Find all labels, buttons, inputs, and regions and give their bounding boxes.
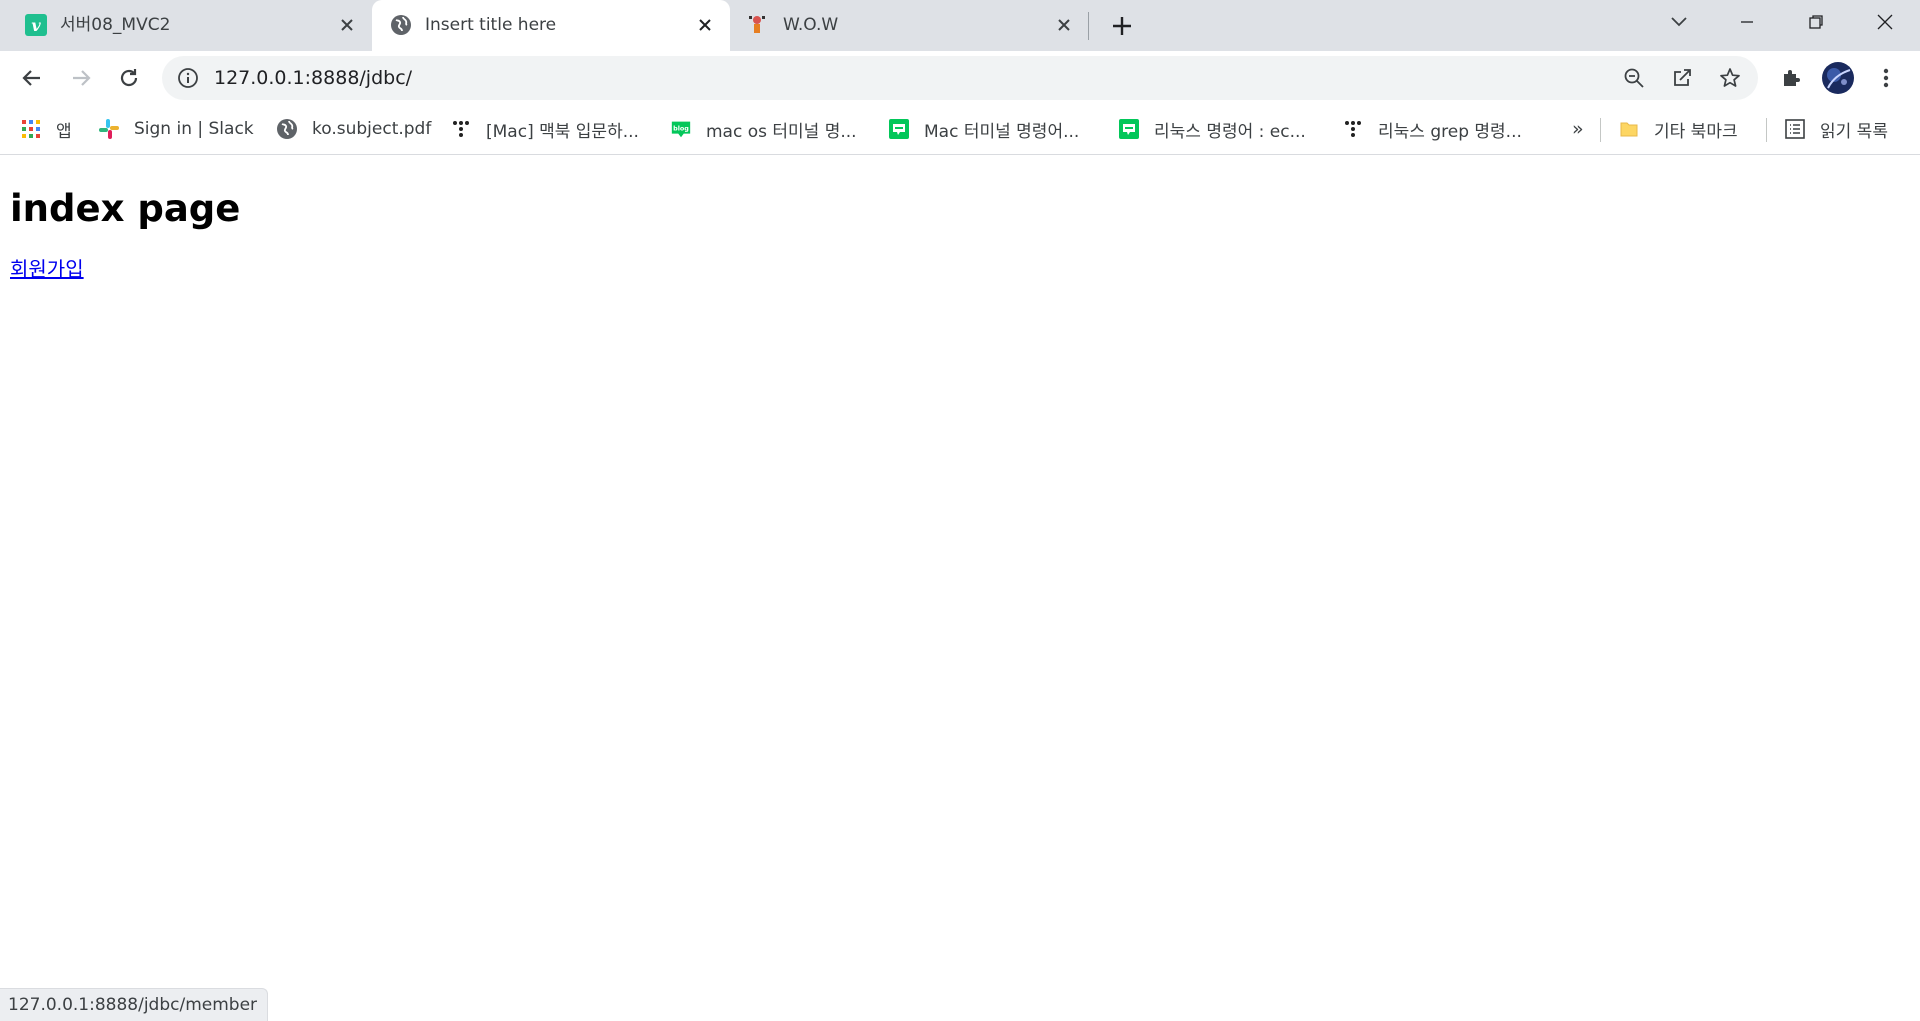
chevron-down-icon: [1671, 17, 1687, 27]
arrow-left-icon: [22, 70, 40, 86]
bookmark-label: [Mac] 맥북 입문하...: [486, 121, 639, 142]
forward-button[interactable]: [63, 60, 99, 96]
tab-title: 서버08_MVC2: [60, 15, 171, 35]
bookmark-label: 리눅스 grep 명령...: [1378, 121, 1522, 142]
extensions-button[interactable]: [1773, 60, 1809, 96]
kebab-menu-icon: [1883, 68, 1889, 88]
other-bookmarks-folder[interactable]: 기타 북마크: [1618, 116, 1738, 142]
bookmark-label: 리눅스 명령어 : ec...: [1154, 121, 1306, 142]
svg-text:blog: blog: [673, 124, 689, 132]
close-icon[interactable]: [1051, 12, 1077, 38]
tab-wow[interactable]: W.O.W: [730, 0, 1090, 51]
naver-blog-icon: [1118, 118, 1140, 140]
naver-blog-icon: [888, 118, 910, 140]
bookmark-divider: [1766, 118, 1767, 142]
close-icon: [1877, 14, 1893, 30]
menu-button[interactable]: [1868, 60, 1904, 96]
minimize-button[interactable]: [1714, 0, 1780, 44]
bookmarks-overflow-button[interactable]: »: [1572, 116, 1584, 142]
globe-icon: [390, 14, 412, 36]
bookmark-macos-terminal[interactable]: blog mac os 터미널 명...: [670, 116, 857, 142]
tab-strip: v 서버08_MVC2 Insert title here W.O.W: [0, 0, 1920, 51]
bookmark-mac-macbook[interactable]: [Mac] 맥북 입문하...: [450, 116, 639, 142]
avatar[interactable]: [1820, 60, 1856, 96]
bookmark-ko-subject[interactable]: ko.subject.pdf: [276, 116, 431, 142]
signup-link[interactable]: 회원가입: [10, 256, 84, 282]
character-icon: [746, 14, 768, 36]
close-icon[interactable]: [692, 12, 718, 38]
bookmark-label: 읽기 목록: [1820, 121, 1888, 142]
profile-avatar-icon: [1822, 62, 1854, 94]
tab-server-mvc2[interactable]: v 서버08_MVC2: [0, 0, 372, 51]
bookmark-linux-echo[interactable]: 리눅스 명령어 : ec...: [1118, 116, 1306, 142]
back-button[interactable]: [14, 60, 50, 96]
tab-title: Insert title here: [425, 15, 557, 35]
slack-icon: [98, 118, 120, 140]
globe-icon: [276, 118, 298, 140]
tistory-icon: [450, 118, 472, 140]
tab-search-button[interactable]: [1646, 0, 1712, 44]
vimeo-v-icon: v: [25, 14, 47, 36]
bookmark-label: Mac 터미널 명령어...: [924, 121, 1080, 142]
bookmark-linux-grep[interactable]: 리눅스 grep 명령...: [1342, 116, 1522, 142]
tab-insert-title[interactable]: Insert title here: [372, 0, 730, 51]
bookmark-label: 기타 북마크: [1654, 121, 1738, 142]
bookmark-label: Sign in | Slack: [134, 119, 254, 139]
plus-icon: [1113, 17, 1131, 35]
bookmark-label: ko.subject.pdf: [312, 119, 432, 139]
share-icon[interactable]: [1664, 60, 1700, 96]
close-window-button[interactable]: [1852, 0, 1918, 44]
svg-text:v: v: [31, 16, 41, 35]
address-bar[interactable]: 127.0.0.1:8888/jdbc/: [162, 56, 1758, 100]
tab-divider: [1088, 12, 1089, 40]
reading-list-icon: [1784, 118, 1806, 140]
restore-button[interactable]: [1783, 0, 1849, 44]
folder-icon: [1618, 118, 1640, 140]
new-tab-button[interactable]: [1106, 10, 1138, 42]
status-bar-url: 127.0.0.1:8888/jdbc/member: [0, 988, 269, 1021]
naver-blog-icon: blog: [670, 118, 692, 140]
info-icon[interactable]: [170, 60, 206, 96]
zoom-out-icon[interactable]: [1616, 60, 1652, 96]
restore-icon: [1809, 15, 1823, 29]
reload-icon: [120, 69, 138, 87]
bookmark-mac-terminal-cmd[interactable]: Mac 터미널 명령어...: [888, 116, 1079, 142]
tistory-icon: [1342, 118, 1364, 140]
bookmark-divider: [1600, 118, 1601, 142]
puzzle-icon: [1784, 70, 1800, 86]
bookmark-slack[interactable]: Sign in | Slack: [98, 116, 254, 142]
arrow-right-icon: [73, 70, 91, 86]
bookmarks-bar: 앱 Sign in | Slack ko.subject.pdf [Mac] 맥…: [0, 104, 1920, 155]
bookmark-apps[interactable]: 앱: [20, 116, 72, 142]
page-title: index page: [10, 187, 241, 230]
bookmark-label: mac os 터미널 명...: [706, 121, 857, 142]
tab-title: W.O.W: [783, 15, 839, 35]
star-icon[interactable]: [1712, 60, 1748, 96]
reload-button[interactable]: [111, 60, 147, 96]
apps-grid-icon: [20, 118, 42, 140]
reading-list-button[interactable]: 읽기 목록: [1784, 116, 1888, 142]
bookmark-label: 앱: [56, 121, 72, 142]
minimize-icon: [1741, 21, 1753, 23]
close-icon[interactable]: [334, 12, 360, 38]
toolbar: 127.0.0.1:8888/jdbc/: [0, 51, 1920, 104]
url-text[interactable]: 127.0.0.1:8888/jdbc/: [214, 67, 412, 89]
